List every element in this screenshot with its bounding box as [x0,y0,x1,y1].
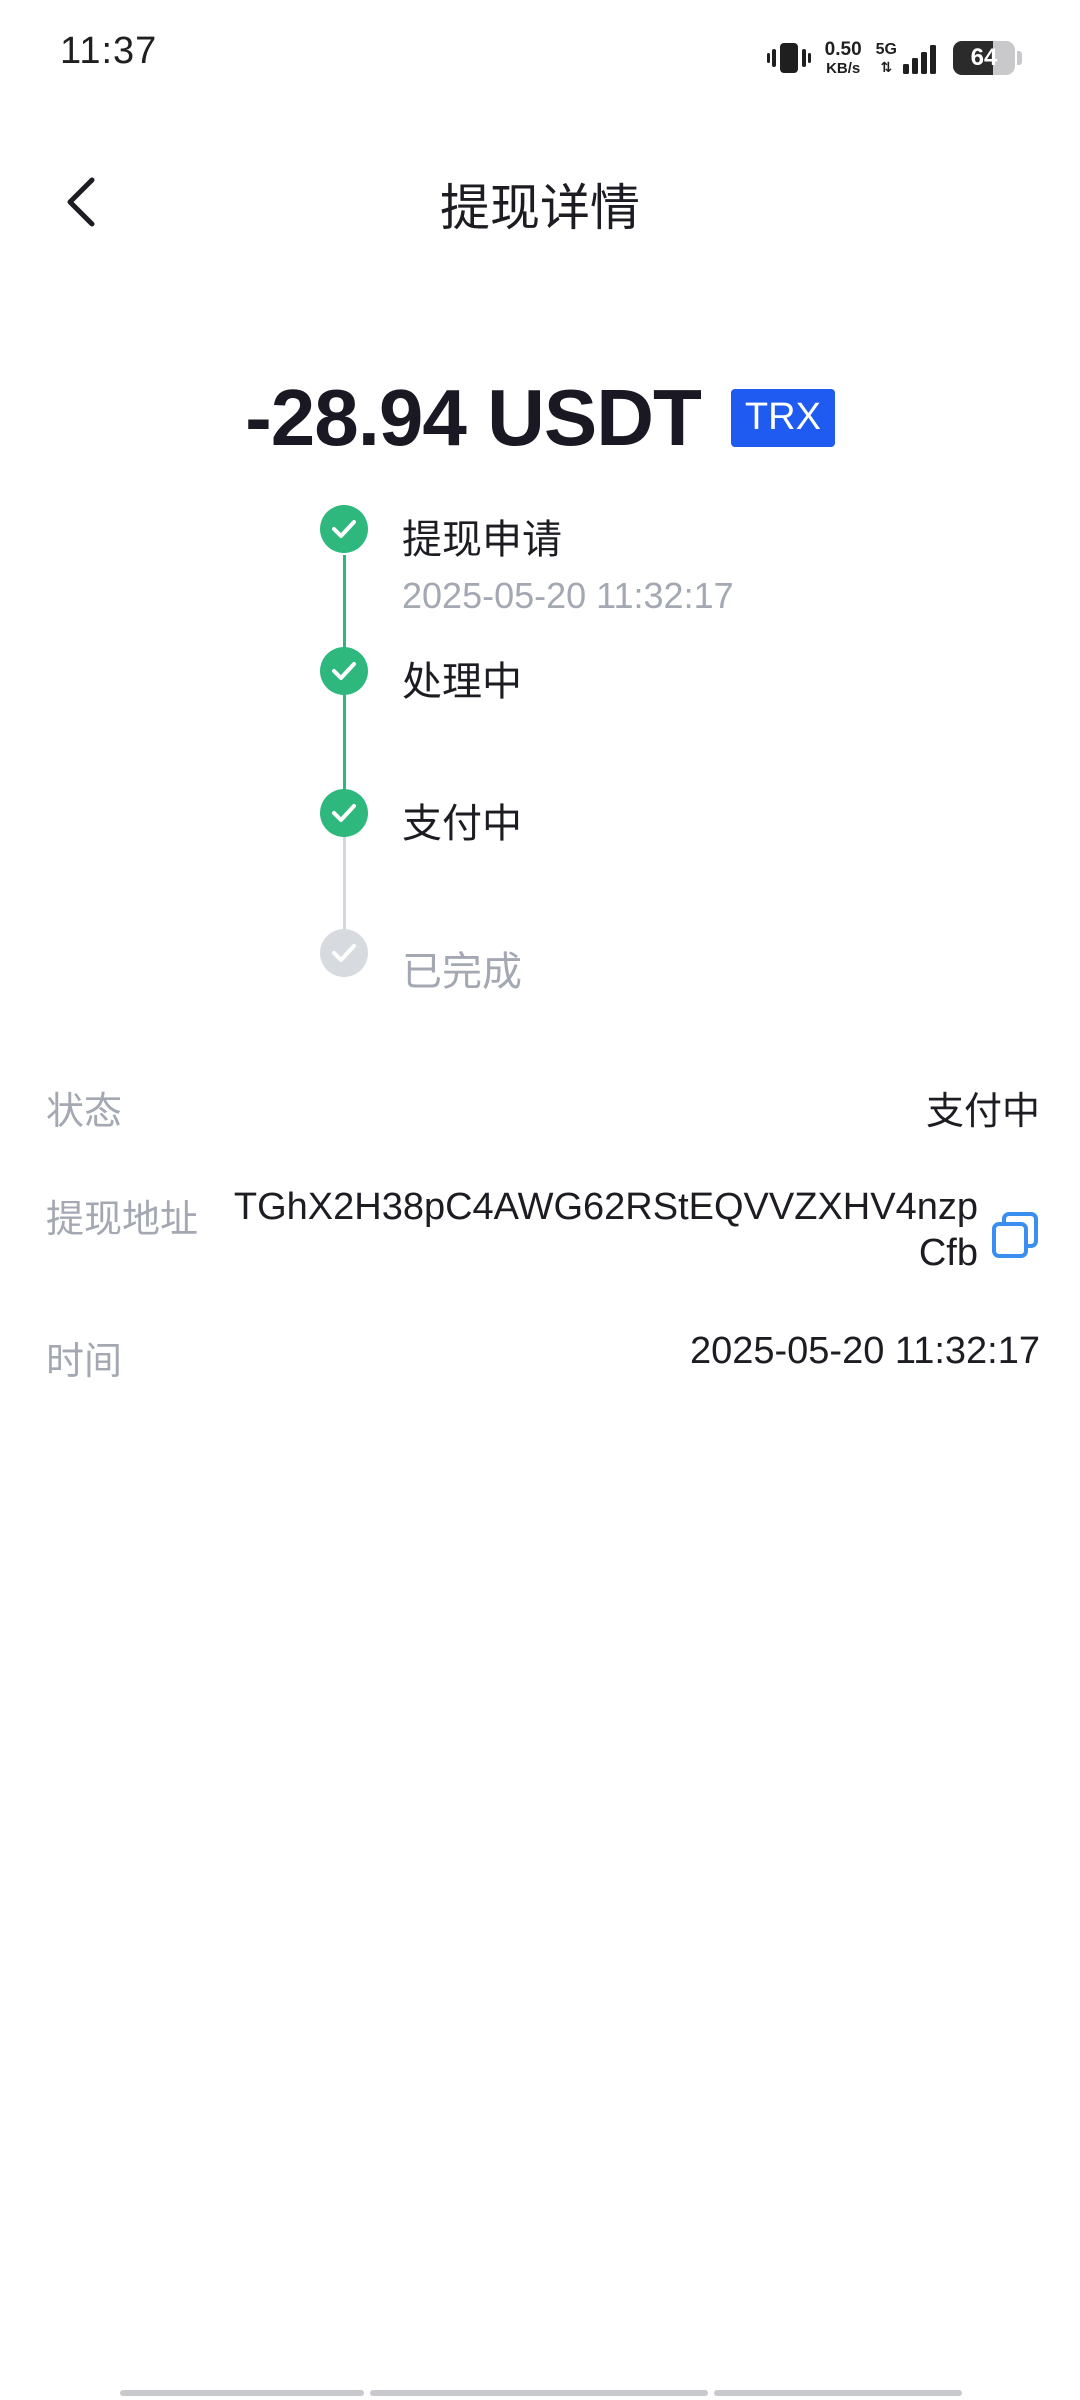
time-label: 时间 [46,1341,123,1383]
signal-icon [903,45,936,74]
step-check-icon [320,505,368,553]
battery-level: 64 [970,44,998,71]
gesture-navigation-bar[interactable] [120,2390,962,2396]
data-arrows-icon: ⇅ [880,59,893,75]
address-row: 提现地址 TGhX2H38pC4AWG62RStEQVVZXHV4nzpCfb [46,1184,1040,1284]
copy-address-button[interactable] [990,1210,1040,1260]
status-value: 支付中 [925,1091,1040,1133]
page-title: 提现详情 [440,180,640,236]
timeline-step-label: 处理中 [402,660,522,704]
address-label: 提现地址 [46,1199,199,1241]
cellular-signal: 5G ⇅ [876,42,939,74]
network-speed-unit: KB/s [826,60,861,77]
chain-badge: TRX [730,389,835,447]
app-header: 提现详情 [0,150,1080,250]
status-row: 状态 支付中 [46,1080,1040,1140]
vibrate-icon [766,40,811,76]
network-type: 5G [875,41,897,58]
timeline-step-label: 已完成 [402,950,522,994]
withdrawal-amount: -28.94 USDT [245,373,702,462]
step-check-icon [320,647,368,695]
timeline-step-label: 支付中 [402,802,522,846]
amount-row: -28.94 USDT TRX [0,372,1080,464]
copy-icon [992,1212,1038,1258]
timeline-step-label: 提现申请 [402,518,562,562]
status-time: 11:37 [60,30,158,72]
step-check-icon [320,789,368,837]
status-indicators: 0.50 KB/s 5G ⇅ 64 [766,34,1022,82]
time-row: 时间 2025-05-20 11:32:17 [46,1330,1040,1390]
timeline-step-time: 2025-05-20 11:32:17 [402,575,734,616]
battery-icon: 64 [953,41,1015,75]
status-bar: 11:37 0.50 KB/s 5G ⇅ 64 [0,0,1080,110]
time-value: 2025-05-20 11:32:17 [689,1330,1040,1372]
network-speed: 0.50 KB/s [825,40,862,76]
status-label: 状态 [46,1091,123,1133]
withdrawal-address[interactable]: TGhX2H38pC4AWG62RStEQVVZXHV4nzpCfb [232,1184,978,1276]
step-pending-icon [320,929,368,977]
network-speed-value: 0.50 [824,39,862,60]
progress-timeline: 提现申请 2025-05-20 11:32:17 处理中 支付中 已完成 [318,505,918,994]
